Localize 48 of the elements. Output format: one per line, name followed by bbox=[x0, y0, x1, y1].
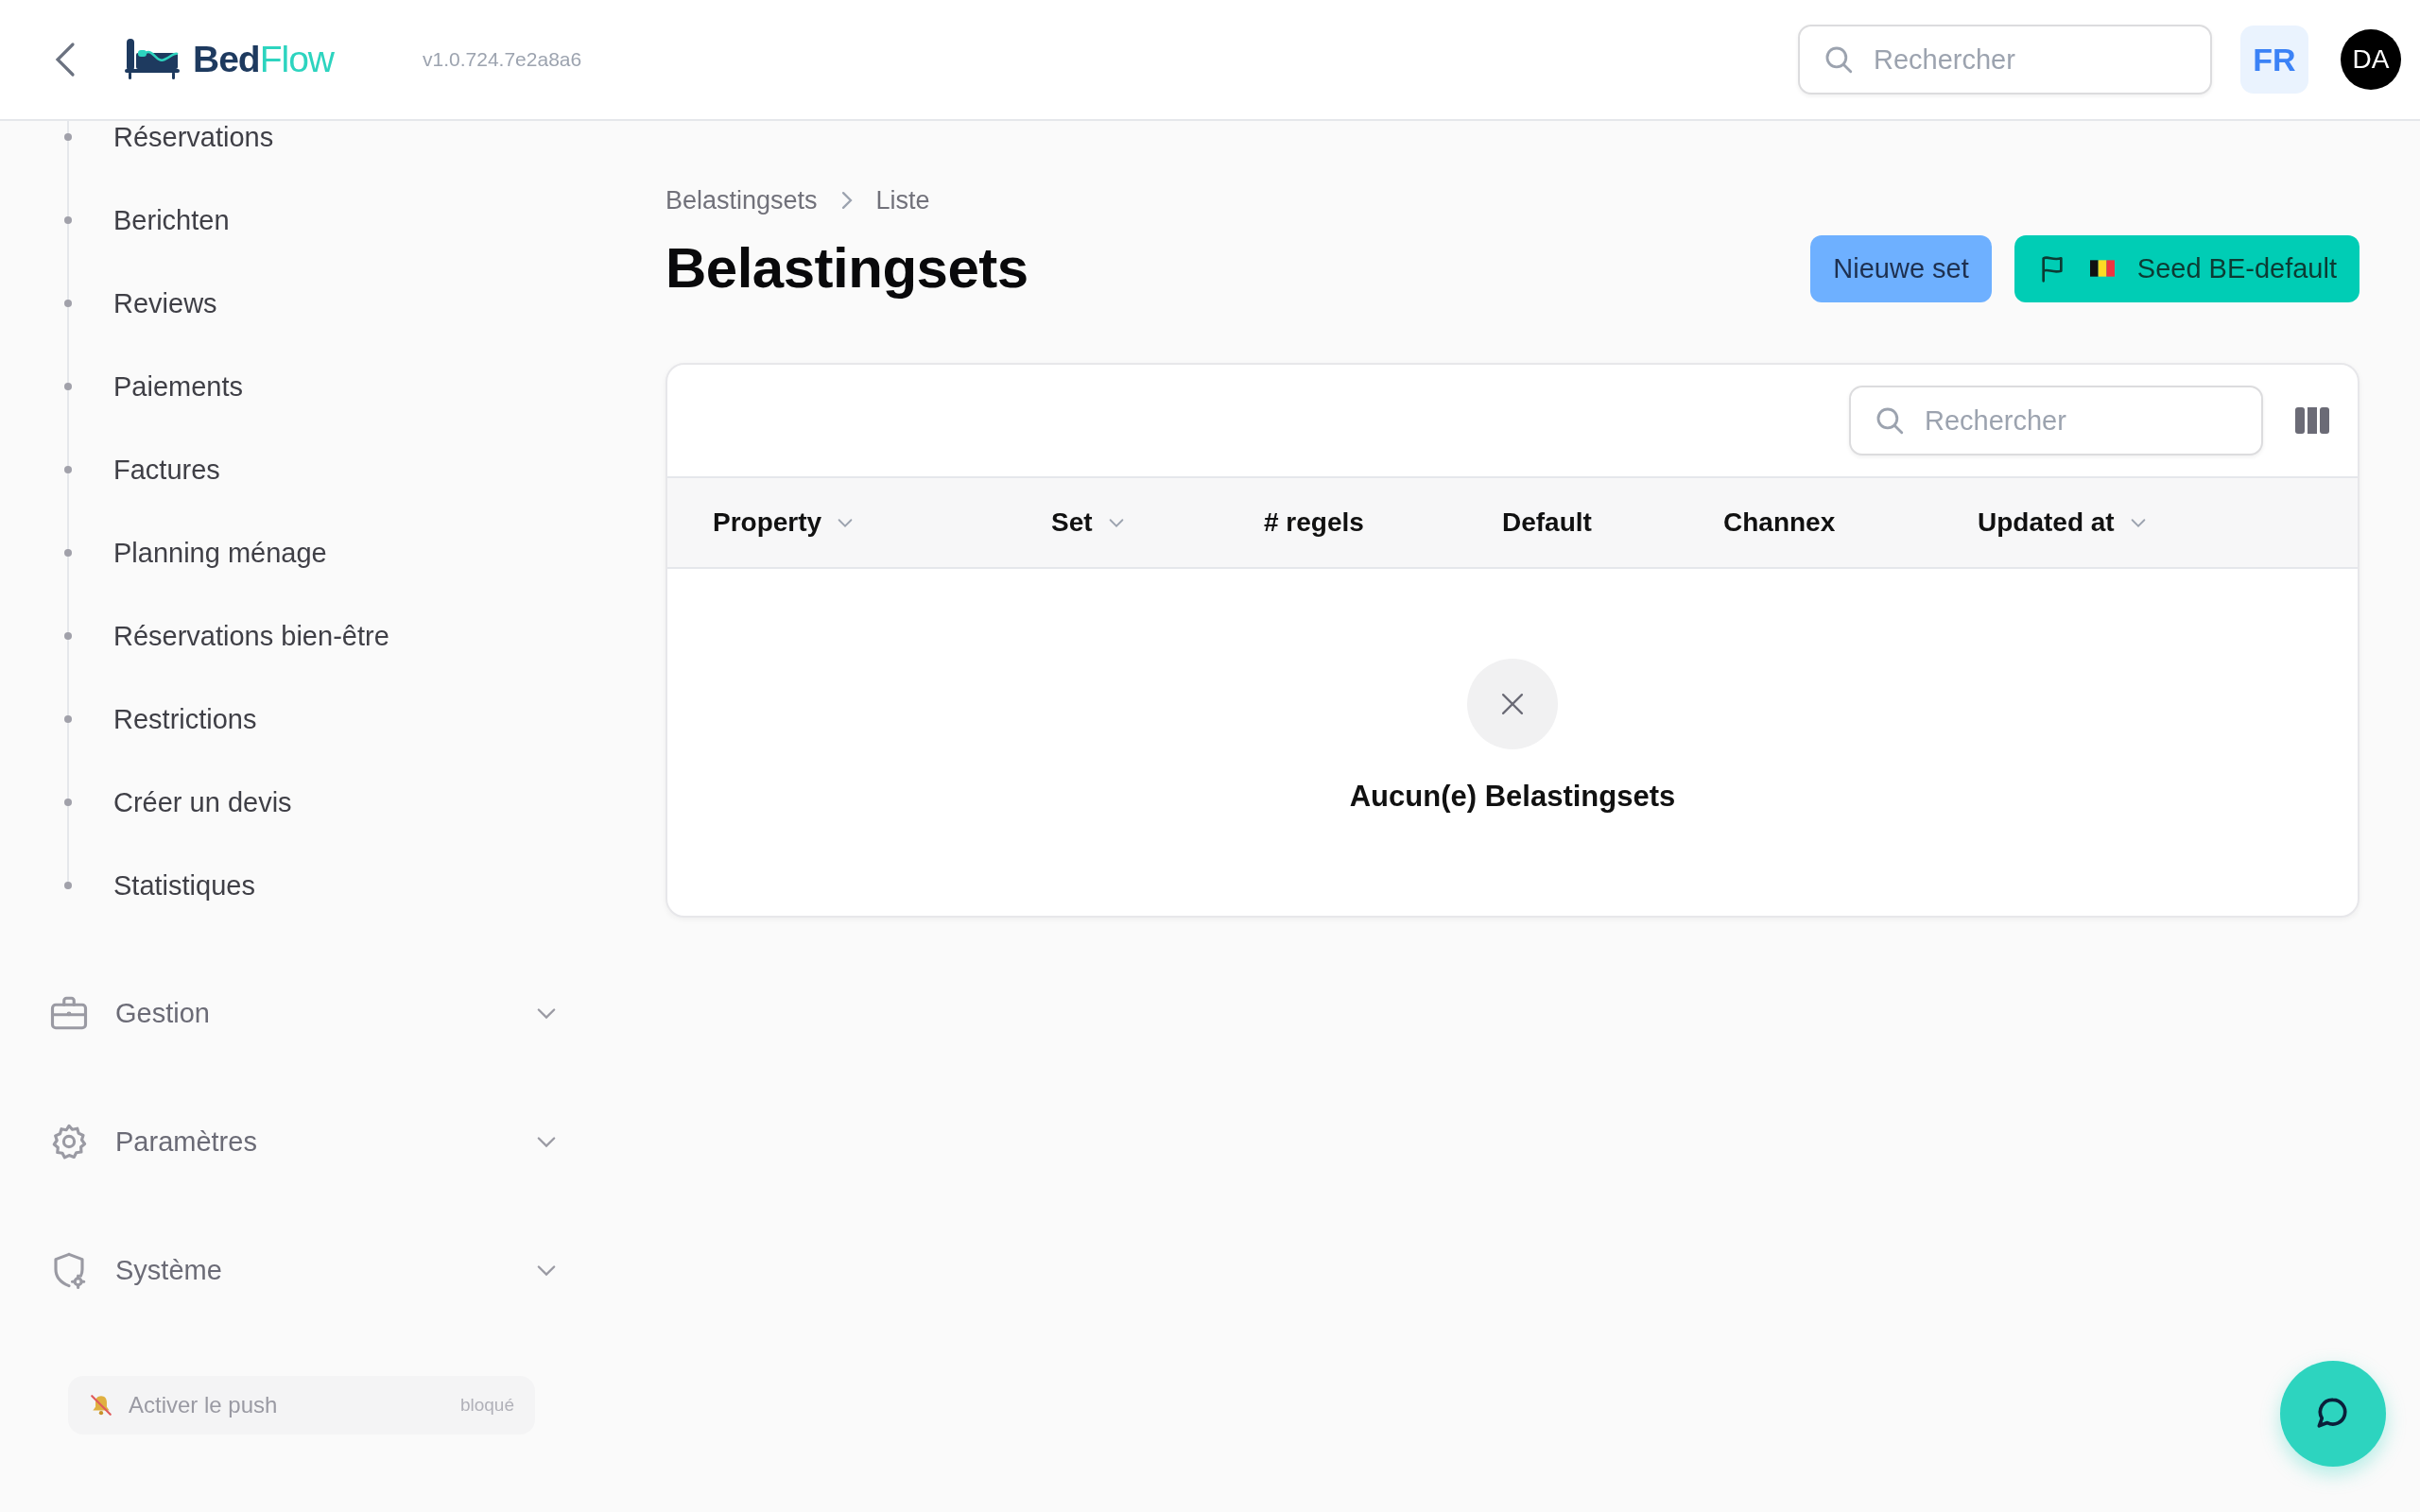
empty-message: Aucun(e) Belastingsets bbox=[1349, 780, 1676, 814]
bell-muted-icon bbox=[89, 1393, 113, 1418]
column-header[interactable]: # regels bbox=[1264, 507, 1364, 538]
chat-button[interactable] bbox=[2280, 1361, 2386, 1467]
seed-button[interactable]: Seed BE-default bbox=[2014, 234, 2360, 302]
sidebar-section[interactable]: Paramètres bbox=[49, 1077, 560, 1206]
sidebar-item[interactable]: Réservations bbox=[113, 121, 274, 153]
sidebar-item[interactable]: Statistiques bbox=[113, 869, 255, 902]
sidebar-item[interactable]: Berichten bbox=[113, 204, 230, 236]
column-header[interactable]: Property bbox=[713, 507, 856, 538]
bullet-icon bbox=[64, 799, 72, 806]
search-field[interactable]: Rechercher bbox=[1798, 25, 2212, 94]
sidebar-item[interactable]: Planning ménage bbox=[113, 537, 327, 569]
table-search-input[interactable]: Rechercher bbox=[1923, 404, 2238, 438]
table-search-field[interactable]: Rechercher bbox=[1849, 386, 2263, 455]
bullet-icon bbox=[64, 549, 72, 557]
bullet-icon bbox=[64, 383, 72, 390]
app-logo: BedFlow bbox=[193, 39, 335, 80]
push-status: bloqué bbox=[459, 1395, 514, 1416]
sidebar-section[interactable]: Gestion bbox=[49, 949, 560, 1077]
column-header[interactable]: Default bbox=[1502, 507, 1592, 538]
breadcrumb-link[interactable]: Belastingsets bbox=[666, 185, 818, 215]
sidebar-item[interactable]: Restrictions bbox=[113, 703, 257, 735]
bullet-icon bbox=[64, 300, 72, 307]
search-input[interactable]: Rechercher bbox=[1872, 43, 2187, 77]
bullet-icon bbox=[64, 216, 72, 224]
bed-logo-icon bbox=[125, 39, 180, 80]
sidebar-item[interactable]: Factures bbox=[113, 454, 220, 486]
user-avatar[interactable]: DA bbox=[2341, 29, 2401, 90]
column-header[interactable]: Set bbox=[1051, 507, 1127, 538]
page-title: Belastingsets bbox=[666, 235, 1029, 301]
sidebar-item[interactable]: Paiements bbox=[113, 370, 243, 403]
sidebar-item[interactable]: Créer un devis bbox=[113, 786, 292, 818]
columns-button[interactable] bbox=[2295, 407, 2329, 434]
bullet-icon bbox=[64, 466, 72, 473]
sidebar-item[interactable]: Reviews bbox=[113, 287, 217, 319]
belgian-flag-icon bbox=[2089, 260, 2115, 277]
breadcrumb-link[interactable]: Liste bbox=[875, 185, 930, 215]
sidebar-item[interactable]: Réservations bien-être bbox=[113, 620, 389, 652]
version-label: v1.0.724.7e2a8a6 bbox=[423, 48, 582, 71]
sidebar-section[interactable]: Système bbox=[49, 1206, 560, 1334]
column-header[interactable]: Channex bbox=[1723, 507, 1836, 538]
new-set-button[interactable]: Nieuwe set bbox=[1810, 234, 1992, 302]
bullet-icon bbox=[64, 882, 72, 889]
bullet-icon bbox=[64, 133, 72, 141]
bullet-icon bbox=[64, 632, 72, 640]
bullet-icon bbox=[64, 715, 72, 723]
column-header[interactable]: Updated at bbox=[1978, 507, 2149, 538]
